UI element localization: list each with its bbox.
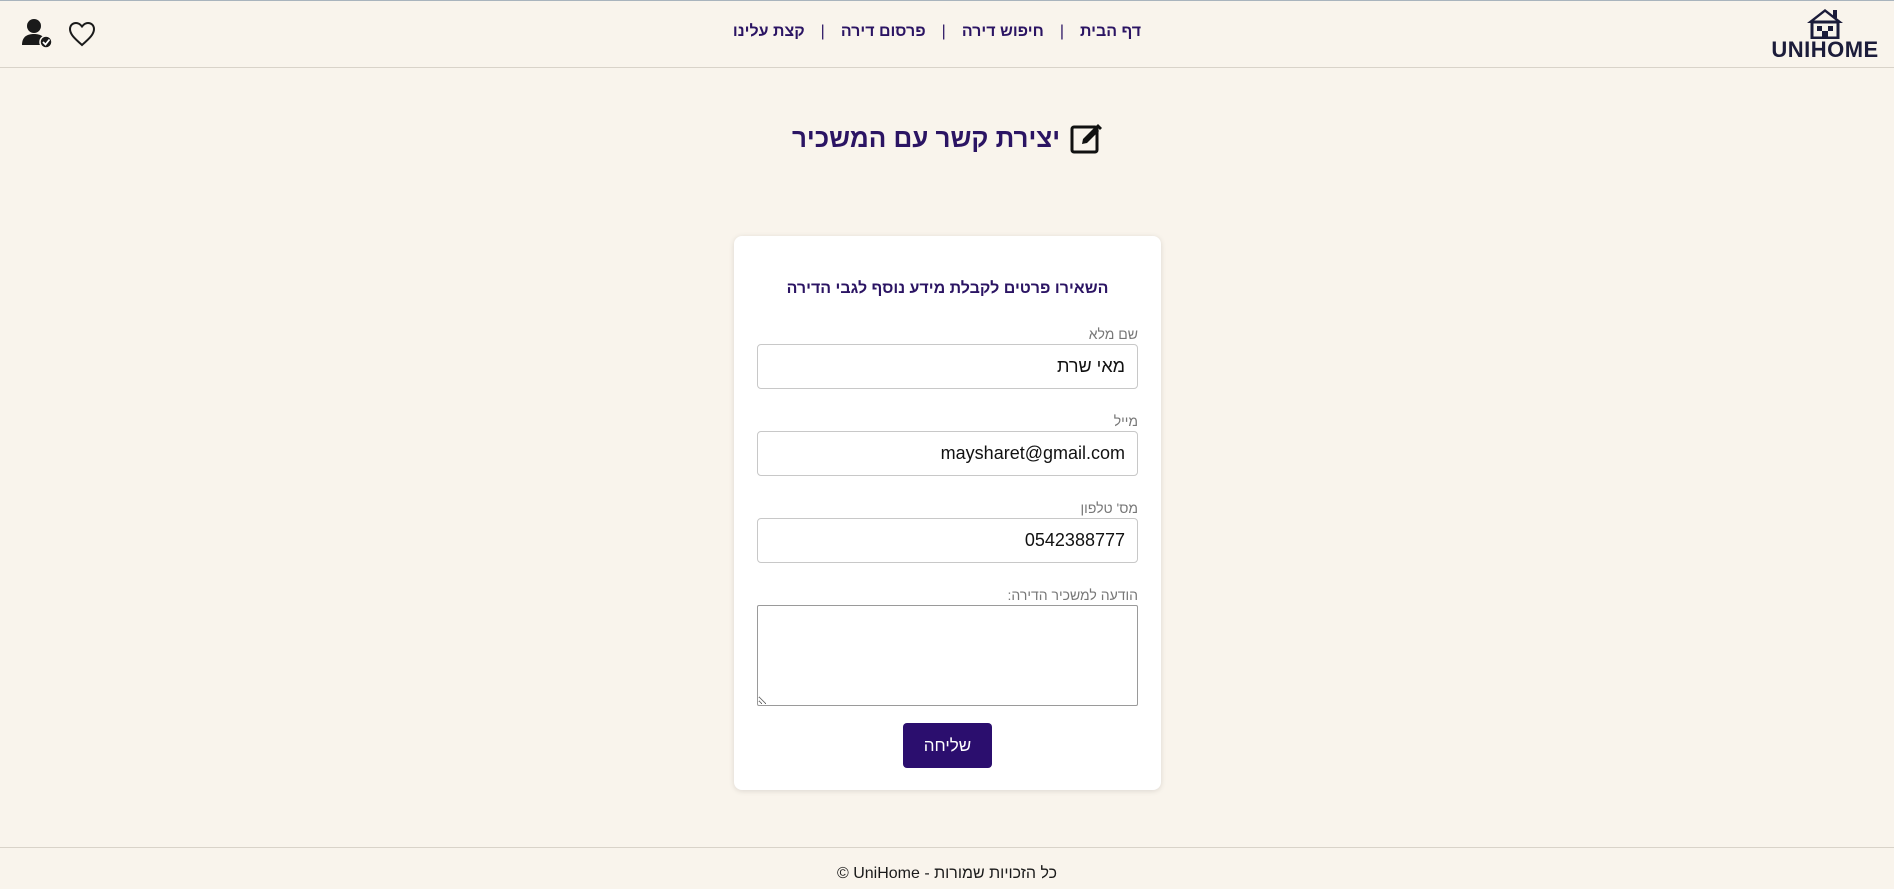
nav-search-apartment[interactable]: חיפוש דירה — [946, 23, 1060, 41]
edit-icon — [1070, 124, 1103, 154]
nav-home[interactable]: דף הבית — [1064, 23, 1157, 41]
message-label: הודעה למשכיר הדירה: — [1007, 587, 1138, 603]
footer-copyright: © UniHome - כל הזכויות שמורות — [836, 865, 1058, 882]
email-label: מייל — [1113, 413, 1138, 429]
form-heading: השאירו פרטים לקבלת מידע נוסף לגבי הדירה — [786, 280, 1109, 297]
nav-about-us[interactable]: קצת עלינו — [717, 23, 821, 41]
contact-form-card: השאירו פרטים לקבלת מידע נוסף לגבי הדירה … — [734, 236, 1161, 790]
page-title-row: יצירת קשר עם המשכיר — [0, 122, 1894, 154]
page-title: יצירת קשר עם המשכיר — [791, 122, 1061, 153]
submit-button[interactable]: שליחה — [903, 723, 992, 768]
heart-icon[interactable] — [68, 21, 96, 47]
main-nav: דף הבית | חיפוש דירה | פרסום דירה | קצת … — [0, 23, 1894, 41]
phone-input[interactable] — [757, 518, 1138, 563]
fullname-label: שם מלא — [1088, 326, 1138, 342]
nav-separator: | — [941, 23, 946, 40]
footer: © UniHome - כל הזכויות שמורות — [0, 847, 1894, 889]
user-check-icon[interactable] — [20, 17, 54, 51]
top-header: UNIHOME דף הבית | חיפוש דירה | פרסום דיר… — [0, 0, 1894, 68]
fullname-input[interactable] — [757, 344, 1138, 389]
message-textarea[interactable] — [757, 605, 1138, 706]
logo-text: UNIHOME — [1771, 37, 1879, 62]
email-input[interactable] — [757, 431, 1138, 476]
nav-separator: | — [1059, 23, 1064, 40]
phone-label: מס' טלפון — [1080, 500, 1138, 516]
nav-separator: | — [820, 23, 825, 40]
nav-publish-apartment[interactable]: פרסום דירה — [825, 23, 942, 41]
